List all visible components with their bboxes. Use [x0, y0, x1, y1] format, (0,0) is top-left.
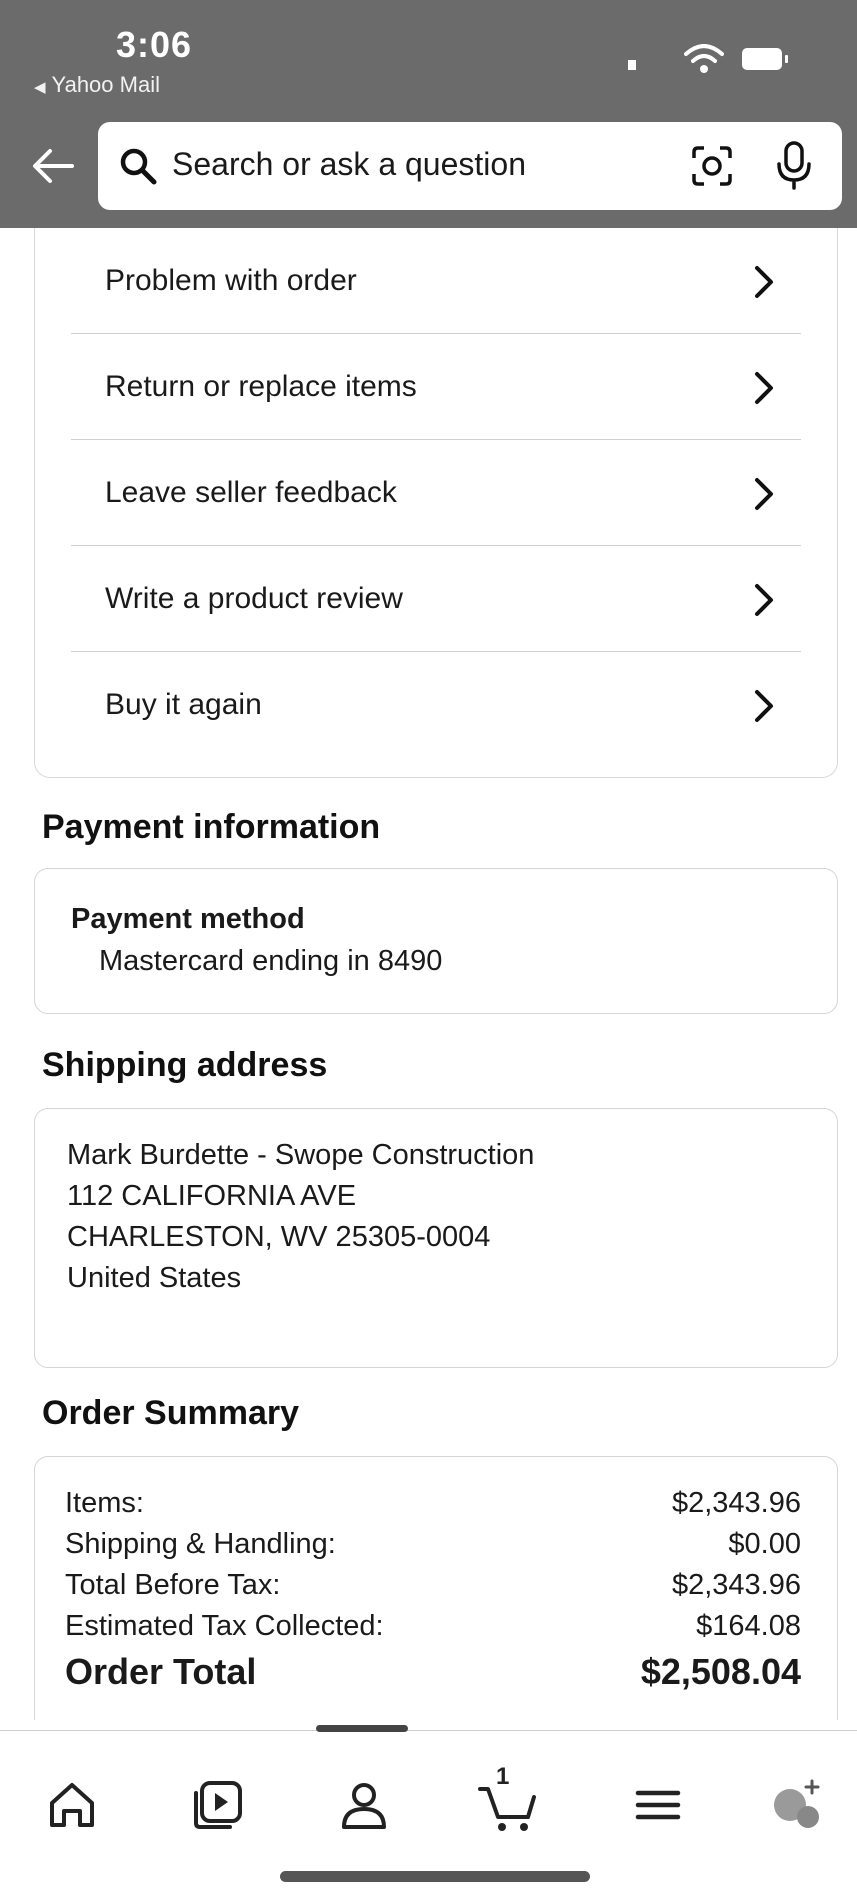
camera-scan-icon[interactable] — [690, 144, 734, 188]
active-tab-indicator — [316, 1725, 408, 1732]
wifi-icon — [684, 44, 724, 73]
address-line: Mark Burdette - Swope Construction — [67, 1139, 535, 1171]
home-indicator — [280, 1871, 590, 1882]
chevron-right-icon — [755, 372, 773, 404]
back-arrow-icon[interactable] — [30, 146, 76, 186]
order-total-label: Order Total — [65, 1651, 257, 1692]
summary-label: Estimated Tax Collected: — [65, 1610, 384, 1642]
action-label: Buy it again — [105, 688, 262, 721]
back-triangle-icon: ◀ — [34, 79, 46, 96]
search-input[interactable]: Search or ask a question — [172, 146, 526, 183]
order-total-value: $2,508.04 — [640, 1651, 801, 1692]
rufus-icon[interactable] — [768, 1777, 824, 1833]
shipping-section-title: Shipping address — [42, 1046, 328, 1084]
chevron-right-icon — [755, 478, 773, 510]
video-icon[interactable] — [190, 1777, 246, 1833]
status-time: 3:06 — [116, 24, 193, 65]
address-line: 112 CALIFORNIA AVE — [67, 1180, 357, 1212]
order-summary-title: Order Summary — [42, 1394, 299, 1432]
action-label: Leave seller feedback — [105, 476, 397, 509]
cellular-signal-icon — [628, 60, 636, 70]
cart-count-badge: 1 — [496, 1763, 510, 1790]
action-label: Return or replace items — [105, 370, 417, 403]
payment-method-value: Mastercard ending in 8490 — [99, 945, 443, 977]
order-actions-card: Problem with order Return or replace ite… — [34, 228, 838, 778]
chevron-right-icon — [755, 266, 773, 298]
cart-button[interactable]: 1 — [478, 1763, 538, 1833]
payment-section-title: Payment information — [42, 808, 381, 846]
address-line: CHARLESTON, WV 25305-0004 — [67, 1221, 491, 1253]
action-return-or-replace[interactable]: Return or replace items — [71, 334, 801, 440]
action-label: Write a product review — [105, 582, 403, 615]
payment-method-heading: Payment method — [71, 903, 305, 935]
payment-method-box: Payment method Mastercard ending in 8490 — [34, 868, 838, 1014]
chevron-right-icon — [755, 584, 773, 616]
summary-value: $2,343.96 — [671, 1487, 801, 1519]
search-bar[interactable]: Search or ask a question — [98, 122, 842, 210]
home-icon[interactable] — [44, 1777, 100, 1833]
summary-label: Items: — [65, 1487, 144, 1519]
summary-value: $2,343.96 — [671, 1569, 801, 1601]
action-label: Problem with order — [105, 264, 357, 297]
app-header: 3:06 ◀ Yahoo Mail Search or ask a questio… — [0, 0, 857, 228]
action-leave-seller-feedback[interactable]: Leave seller feedback — [71, 440, 801, 546]
microphone-icon[interactable] — [776, 140, 812, 190]
address-line: United States — [67, 1262, 242, 1294]
chevron-right-icon — [755, 690, 773, 722]
back-app-label: Yahoo Mail — [51, 72, 160, 97]
back-to-app-link[interactable]: ◀ Yahoo Mail — [34, 72, 160, 98]
search-icon — [120, 148, 157, 185]
summary-label: Shipping & Handling: — [65, 1528, 336, 1560]
account-icon[interactable] — [336, 1777, 392, 1833]
action-buy-it-again[interactable]: Buy it again — [71, 652, 801, 758]
battery-icon — [742, 48, 788, 70]
shipping-address-box: Mark Burdette - Swope Construction 112 C… — [34, 1108, 838, 1368]
order-summary-box: Items: $2,343.96 Shipping & Handling: $0… — [34, 1456, 838, 1720]
action-problem-with-order[interactable]: Problem with order — [71, 228, 801, 334]
bottom-nav: 1 — [0, 1725, 857, 1891]
screen: 3:06 ◀ Yahoo Mail Search or ask a questio… — [0, 0, 857, 1891]
summary-value: $0.00 — [728, 1528, 801, 1560]
action-write-product-review[interactable]: Write a product review — [71, 546, 801, 652]
summary-label: Total Before Tax: — [65, 1569, 281, 1601]
menu-icon[interactable] — [630, 1777, 686, 1833]
summary-value: $164.08 — [696, 1610, 801, 1642]
